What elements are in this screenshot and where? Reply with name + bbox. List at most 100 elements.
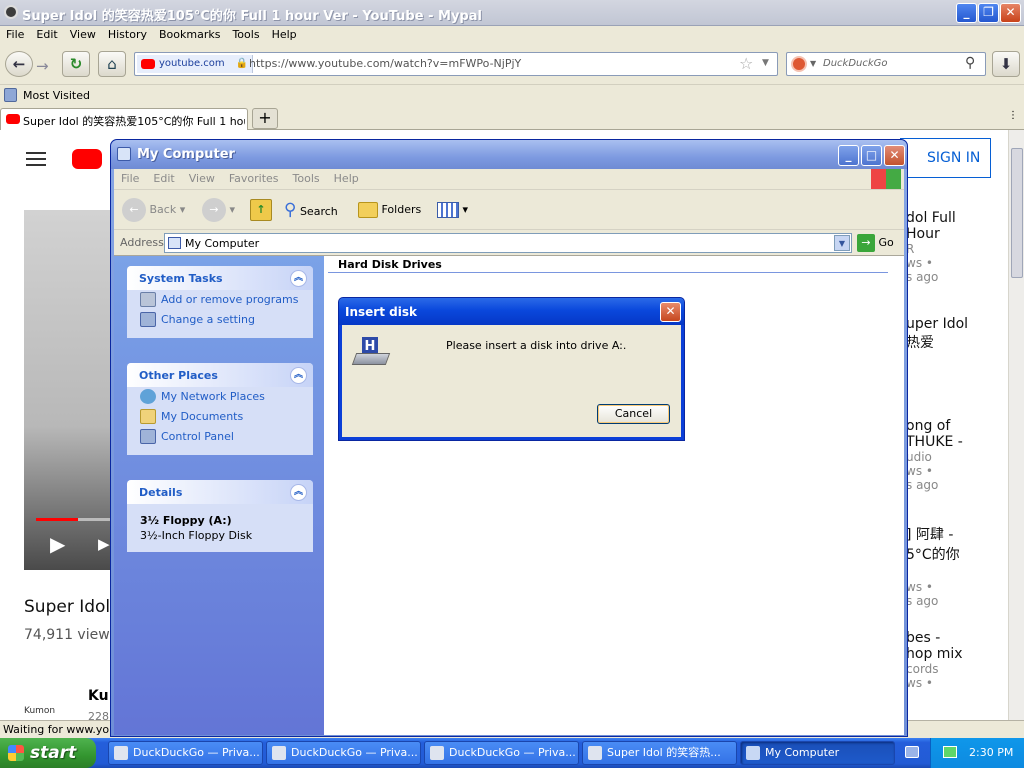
system-tasks-header[interactable]: System Tasks ︽: [127, 266, 313, 290]
recommendation-item[interactable]: dol Full Hour R ws • s ago: [906, 210, 1008, 284]
page-scrollbar[interactable]: [1008, 130, 1024, 720]
bookmark-star-icon[interactable]: ☆: [739, 54, 753, 73]
search-icon[interactable]: ⚲: [965, 55, 975, 71]
clock[interactable]: 2:30 PM: [969, 738, 1013, 768]
dialog-close-button[interactable]: ✕: [660, 302, 681, 322]
menu-bookmarks[interactable]: Bookmarks: [153, 26, 226, 43]
search-magnifier-icon: ⚲: [284, 200, 297, 220]
reload-icon: ↻: [69, 55, 83, 73]
tab-youtube[interactable]: Super Idol 的笑容热爱105°C的你 Full 1 hour...: [0, 108, 248, 130]
explorer-maximize-button[interactable]: □: [861, 145, 882, 166]
network-icon[interactable]: [943, 746, 957, 758]
taskbar-item-duckduckgo-2[interactable]: DuckDuckGo — Priva...: [266, 741, 421, 765]
maximize-button[interactable]: ❐: [978, 3, 999, 23]
play-icon[interactable]: ▶: [50, 532, 65, 556]
explorer-toolbar: ← Back ▾ → ▾ ↑ ⚲ Search Folders ▾: [114, 190, 904, 230]
cancel-button[interactable]: Cancel: [597, 404, 670, 424]
back-button[interactable]: ←: [5, 51, 33, 77]
url-dropdown-icon[interactable]: ▼: [762, 58, 769, 68]
recommendation-item[interactable]: uper Idol 热爱: [906, 316, 1008, 352]
home-button[interactable]: ⌂: [98, 51, 126, 77]
recommendation-item[interactable]: ] 阿肆 -5°C的你 ws • s ago: [906, 524, 1008, 608]
menu-help[interactable]: Help: [266, 26, 303, 43]
site-identity[interactable]: youtube.com 🔒: [137, 55, 254, 73]
menu-edit[interactable]: Edit: [30, 26, 63, 43]
address-dropdown-icon[interactable]: ▼: [834, 235, 850, 251]
exp-menu-help[interactable]: Help: [327, 169, 366, 188]
engine-dropdown-icon[interactable]: ▼: [810, 59, 816, 68]
go-button[interactable]: → Go: [857, 233, 894, 253]
explorer-title-bar[interactable]: My Computer _ □ ✕: [111, 140, 907, 169]
lock-icon: 🔒: [235, 58, 249, 69]
exp-menu-edit[interactable]: Edit: [146, 169, 181, 188]
collapse-icon[interactable]: ︽: [290, 484, 307, 501]
search-bar[interactable]: ▼ DuckDuckGo ⚲: [786, 52, 986, 76]
menu-tools[interactable]: Tools: [226, 26, 265, 43]
channel-name[interactable]: Ku: [88, 688, 109, 704]
exp-menu-file[interactable]: File: [114, 169, 146, 188]
close-button[interactable]: ✕: [1000, 3, 1021, 23]
menu-view[interactable]: View: [64, 26, 102, 43]
explorer-minimize-button[interactable]: _: [838, 145, 859, 166]
place-my-documents[interactable]: My Documents: [127, 407, 313, 427]
video-title: Super Idol 的: [24, 597, 114, 617]
forward-button[interactable]: →: [36, 57, 49, 75]
browser-title: Super Idol 的笑容热爱105°C的你 Full 1 hour Ver …: [22, 9, 482, 24]
place-control-panel[interactable]: Control Panel: [127, 427, 313, 447]
recommendation-item[interactable]: bes - hop mix cords ws •: [906, 630, 1008, 690]
new-tab-button[interactable]: +: [252, 108, 278, 129]
scrollbar-thumb[interactable]: [1011, 148, 1023, 278]
start-button[interactable]: start: [0, 738, 96, 768]
taskbar-item-duckduckgo-1[interactable]: DuckDuckGo — Priva...: [108, 741, 263, 765]
taskbar-item-my-computer[interactable]: My Computer: [740, 741, 895, 765]
tab-scroll-arrows[interactable]: ⋮: [1008, 110, 1018, 121]
collapse-icon[interactable]: ︽: [290, 367, 307, 384]
menu-file[interactable]: File: [0, 26, 30, 43]
exp-menu-favorites[interactable]: Favorites: [222, 169, 286, 188]
other-places-header[interactable]: Other Places ︽: [127, 363, 313, 387]
taskbar-item-duckduckgo-3[interactable]: DuckDuckGo — Priva...: [424, 741, 579, 765]
place-my-network-places[interactable]: My Network Places: [127, 387, 313, 407]
details-name: 3½ Floppy (A:): [140, 514, 232, 527]
recommendation-item[interactable]: ong of THUKE - udio ws • s ago: [906, 418, 1008, 492]
exp-up-button[interactable]: ↑: [250, 197, 272, 223]
exp-menu-tools[interactable]: Tools: [286, 169, 327, 188]
explorer-close-button[interactable]: ✕: [884, 145, 905, 166]
taskbar-item-super-idol[interactable]: Super Idol 的笑容热...: [582, 741, 737, 765]
address-bar: Address My Computer ▼ → Go: [114, 230, 904, 256]
exp-back-button[interactable]: ← Back ▾: [122, 197, 185, 223]
channel-avatar[interactable]: Kumon: [24, 682, 70, 720]
collapse-icon[interactable]: ︽: [290, 270, 307, 287]
system-tasks-panel: System Tasks ︽ Add or remove programs Cha…: [127, 266, 313, 338]
task-change-setting[interactable]: Change a setting: [127, 310, 313, 330]
address-input[interactable]: My Computer ▼: [164, 233, 852, 253]
reload-button[interactable]: ↻: [62, 51, 90, 77]
control-panel-icon: [140, 429, 156, 444]
dialog-title-bar[interactable]: Insert disk ✕: [339, 298, 684, 325]
url-text[interactable]: https://www.youtube.com/watch?v=mFWPo-Nj…: [249, 57, 521, 70]
task-add-remove-programs[interactable]: Add or remove programs: [127, 290, 313, 310]
exp-folders-button[interactable]: Folders: [358, 197, 421, 223]
exp-menu-view[interactable]: View: [182, 169, 222, 188]
hard-disk-drives-header: Hard Disk Drives: [338, 258, 442, 271]
video-views: 74,911 views: [24, 627, 117, 643]
exp-search-button[interactable]: ⚲ Search: [284, 197, 338, 223]
download-arrow-icon: ⬇: [999, 55, 1013, 73]
details-panel: Details ︽ 3½ Floppy (A:) 3½-Inch Floppy D…: [127, 480, 313, 552]
next-icon[interactable]: ▶: [98, 535, 110, 553]
bookmark-most-visited[interactable]: Most Visited: [23, 89, 90, 102]
menu-history[interactable]: History: [102, 26, 153, 43]
duckduckgo-icon: [791, 56, 807, 72]
back-arrow-icon: ←: [122, 198, 146, 222]
url-bar[interactable]: youtube.com 🔒 https://www.youtube.com/wa…: [134, 52, 778, 76]
keyboard-icon[interactable]: [905, 746, 919, 758]
details-header[interactable]: Details ︽: [127, 480, 313, 504]
downloads-button[interactable]: ⬇: [992, 51, 1020, 77]
hamburger-menu-icon[interactable]: [26, 152, 46, 166]
youtube-logo-icon[interactable]: [72, 149, 102, 169]
minimize-button[interactable]: _: [956, 3, 977, 23]
sign-in-button[interactable]: SIGN IN: [900, 138, 991, 178]
exp-views-button[interactable]: ▾: [437, 197, 468, 223]
browser-menubar: File Edit View History Bookmarks Tools Help: [0, 26, 1024, 46]
exp-forward-button[interactable]: → ▾: [202, 197, 235, 223]
